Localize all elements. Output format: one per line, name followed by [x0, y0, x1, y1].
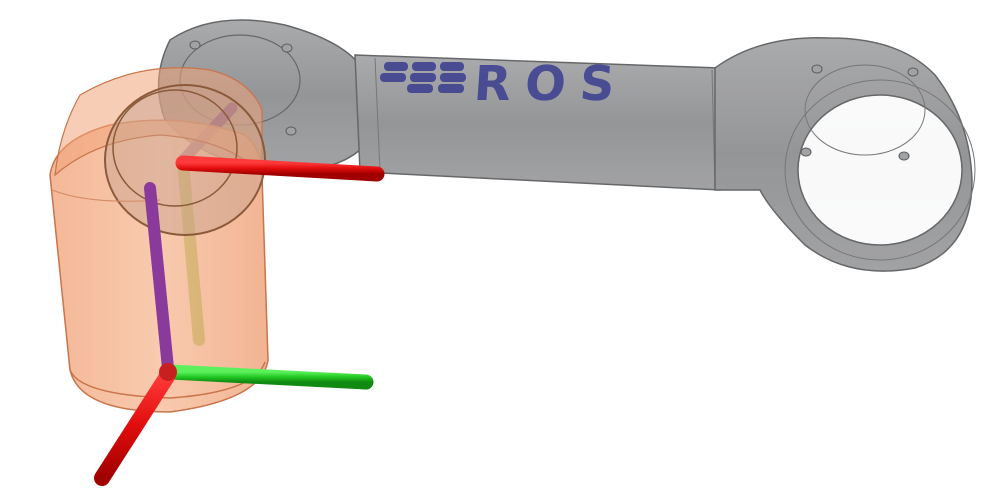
- lower-frame-origin: [159, 363, 177, 381]
- lower-frame-y-axis: [162, 364, 374, 390]
- ros-logo-text: ROS: [472, 56, 630, 112]
- robot-arm-viewport[interactable]: ROS: [0, 0, 996, 495]
- right-ring: [797, 94, 963, 246]
